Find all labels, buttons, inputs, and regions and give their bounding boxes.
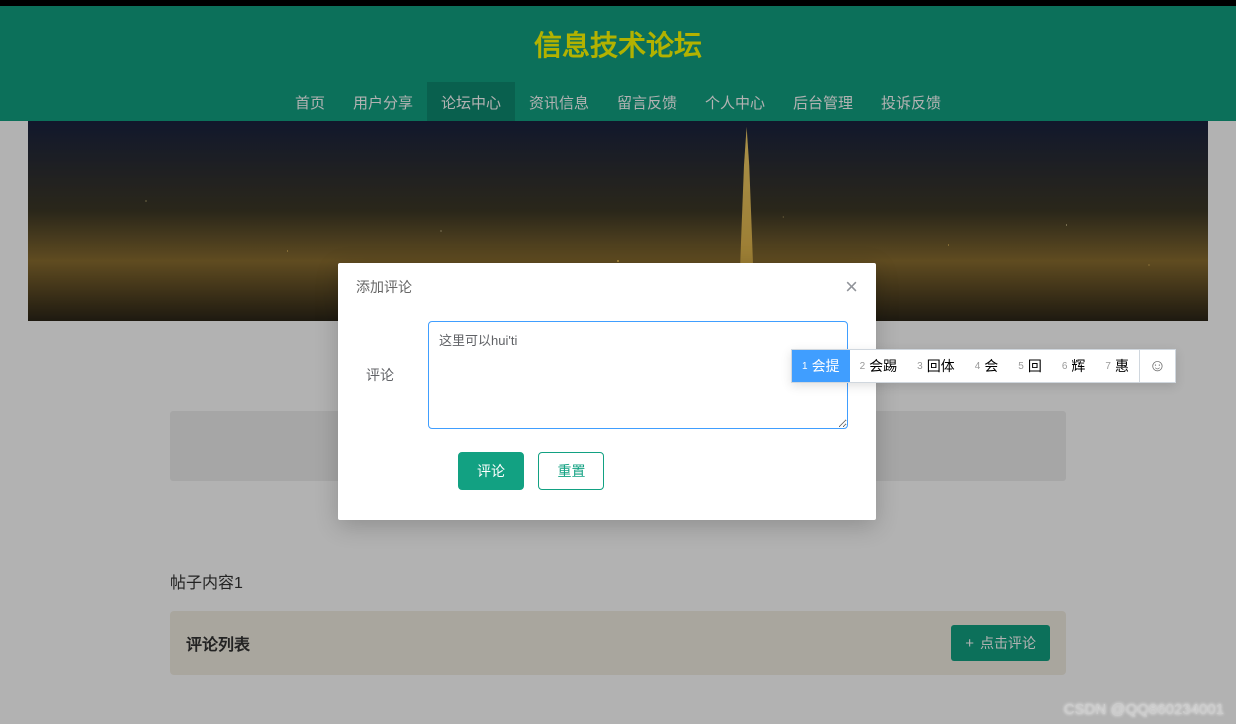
comment-field-label: 评论 (366, 321, 428, 434)
submit-comment-button[interactable]: 评论 (458, 452, 524, 490)
ime-candidate-bar: 1会提 2会踢 3回体 4会 5回 6辉 7惠 ☺ (791, 349, 1176, 383)
comment-textarea[interactable] (428, 321, 848, 429)
ime-candidate-6[interactable]: 6辉 (1052, 350, 1096, 382)
close-icon[interactable]: × (845, 276, 858, 298)
watermark: CSDN @QQ860234001 (1064, 701, 1224, 718)
reset-button[interactable]: 重置 (538, 452, 604, 490)
add-comment-modal: 添加评论 × 评论 评论 重置 (338, 263, 876, 520)
ime-candidate-5[interactable]: 5回 (1008, 350, 1052, 382)
modal-title: 添加评论 (356, 277, 412, 297)
ime-candidate-2[interactable]: 2会踢 (850, 350, 908, 382)
emoji-icon[interactable]: ☺ (1139, 350, 1175, 382)
ime-candidate-3[interactable]: 3回体 (907, 350, 965, 382)
ime-candidate-1[interactable]: 1会提 (792, 350, 850, 382)
ime-candidate-7[interactable]: 7惠 (1095, 350, 1139, 382)
ime-candidate-4[interactable]: 4会 (965, 350, 1009, 382)
